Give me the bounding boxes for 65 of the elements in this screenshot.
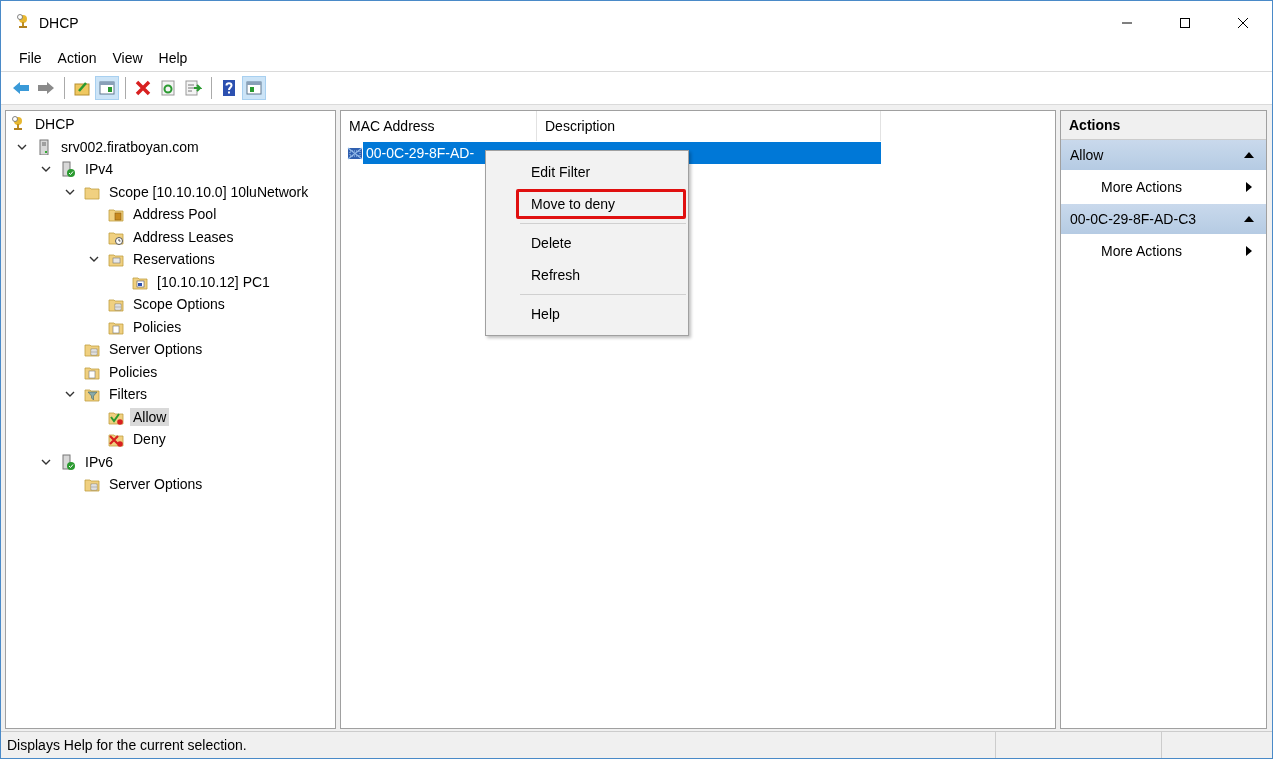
menu-item[interactable]: Delete	[516, 228, 686, 258]
toolbar-button[interactable]	[242, 76, 266, 100]
close-icon	[1237, 17, 1249, 29]
menu-item[interactable]: Refresh	[516, 260, 686, 290]
pane-title: Actions	[1061, 111, 1266, 140]
toolbar-button[interactable]	[95, 76, 119, 100]
collapse-icon[interactable]	[1244, 216, 1254, 222]
tree-item[interactable]: Scope [10.10.10.0] 10luNetwork	[106, 182, 312, 201]
menu-item[interactable]: Action	[49, 50, 105, 66]
pane-icon	[245, 79, 263, 97]
menu-item[interactable]: View	[104, 50, 151, 66]
maximize-icon	[1179, 17, 1191, 29]
tree-item[interactable]: Scope Options	[130, 295, 228, 314]
export-list-icon	[184, 79, 202, 97]
section-header[interactable]: Allow	[1061, 140, 1266, 170]
folder-icon	[108, 251, 124, 268]
collapse-icon[interactable]	[1244, 152, 1254, 158]
tree-item[interactable]: IPv4	[82, 160, 116, 179]
window-title: DHCP	[39, 15, 79, 31]
tree-item[interactable]: Server Options	[106, 340, 206, 359]
menu-item[interactable]: Help	[516, 299, 686, 329]
tree-item[interactable]: Filters	[106, 385, 151, 404]
section-header[interactable]: 00-0C-29-8F-AD-C3	[1061, 204, 1266, 234]
folder-cross-icon	[108, 431, 124, 448]
back-arrow-icon	[12, 79, 30, 97]
tree-item[interactable]: Allow	[130, 407, 170, 426]
network-card-icon	[347, 145, 363, 161]
column-header[interactable]: Description	[537, 111, 881, 141]
pane-icon	[98, 79, 116, 97]
tree-item[interactable]: IPv6	[82, 452, 116, 471]
column-header[interactable]: MAC Address	[341, 111, 537, 141]
forward-arrow-icon	[37, 79, 55, 97]
status-text: Displays Help for the current selection.	[6, 737, 248, 753]
submenu-arrow-icon	[1246, 182, 1252, 192]
tree-item[interactable]: Policies	[106, 362, 161, 381]
tree-item[interactable]: Reservations	[130, 250, 218, 269]
action-link[interactable]: More Actions	[1101, 179, 1182, 195]
menu-item[interactable]: Edit Filter	[516, 157, 686, 187]
refresh-icon	[159, 79, 177, 97]
tree-item[interactable]: Address Pool	[130, 205, 220, 224]
section-title: Allow	[1070, 147, 1104, 163]
folder-funnel-icon	[84, 386, 100, 403]
tree-item[interactable]: [10.10.10.12] PC1	[154, 272, 273, 291]
server-icon	[36, 138, 52, 155]
table-cell-text: 00-0C-29-8F-AD-	[365, 145, 475, 161]
tree-item[interactable]: srv002.firatboyan.com	[58, 137, 202, 156]
folder-icon	[108, 206, 124, 223]
tree-item[interactable]: Deny	[130, 430, 169, 449]
tree-item[interactable]: Policies	[130, 317, 185, 336]
folder-icon	[108, 296, 124, 313]
help-icon	[220, 79, 238, 97]
tree-item[interactable]: Server Options	[106, 475, 206, 494]
submenu-arrow-icon	[1246, 246, 1252, 256]
delete-icon	[134, 79, 152, 97]
folder-icon	[84, 341, 100, 358]
menu-item[interactable]: File	[11, 50, 50, 66]
server-check-icon	[60, 453, 76, 470]
action-link[interactable]: More Actions	[1101, 243, 1182, 259]
tree-item[interactable]: DHCP	[32, 115, 78, 134]
menu-item[interactable]: Help	[150, 50, 196, 66]
menu-item[interactable]: Move to deny	[516, 189, 686, 219]
folder-icon	[84, 476, 100, 493]
server-check-icon	[60, 161, 76, 178]
tree-item[interactable]: Address Leases	[130, 227, 237, 246]
section-title: 00-0C-29-8F-AD-C3	[1070, 211, 1197, 227]
